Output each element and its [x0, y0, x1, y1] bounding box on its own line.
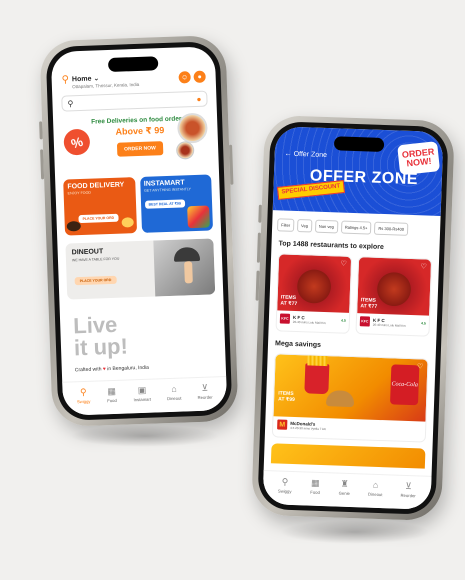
cart-icon: ⊻	[201, 382, 209, 393]
bottom-tab-bar: ⚲ Swiggy ▦ Food ▣ Instamart ⌂ Dineout ⊻ Reord…	[62, 376, 228, 416]
filter-chip[interactable]: Rs 300-Rs400	[374, 221, 409, 236]
cart-icon: ⊻	[405, 480, 412, 492]
dineout-icon: ⌂	[372, 479, 379, 490]
best-deal-button[interactable]: BEST DEAL AT ₹99	[144, 199, 186, 209]
kfc-logo: KFC	[279, 313, 291, 324]
food-delivery-card[interactable]: FOOD DELIVERY ENJOY FOOD PLACE YOUR ORD	[63, 177, 137, 236]
location-address: Ottapalam, Thrissur, Kerala, India	[72, 81, 140, 90]
tab-food[interactable]: ▦ Food	[106, 386, 118, 403]
card-subtitle: ENJOY FOOD	[67, 190, 91, 196]
restaurant-card[interactable]: ♡ ITEMS AT ₹77 KFC K F C 20-40 mins Lulu …	[355, 256, 433, 337]
phone-side-button	[229, 144, 234, 185]
promo-headline: Free Deliveries on food orders	[91, 115, 186, 126]
heart-icon[interactable]: ♡	[340, 260, 347, 268]
order-now-button[interactable]: ORDER NOW	[116, 141, 164, 157]
restaurant-meta: 20-40 mins Lulu Mall Km	[372, 322, 406, 328]
mcdonalds-image: Coca-Cola ♡ ITEMS AT ₹99	[273, 354, 428, 422]
phone-side-button	[256, 232, 261, 263]
dineout-card[interactable]: DINEOUT WE HAVE A TABLE FOR YOU PLACE YO…	[65, 238, 216, 300]
crafted-note: Crafted with ♥ in Bengaluru, India	[74, 364, 150, 374]
search-icon: ⚲	[67, 98, 74, 108]
items-offer: ITEMS AT ₹77	[280, 294, 298, 308]
section-title: Top 1488 restaurants to explore	[278, 240, 384, 252]
discount-badge: %	[60, 125, 94, 159]
food-icon: ▦	[107, 385, 117, 397]
tab-genie[interactable]: ♜ Genie	[339, 479, 351, 496]
instamart-icon: ▣	[137, 384, 147, 396]
heart-icon[interactable]: ♡	[417, 362, 424, 370]
tab-swiggy[interactable]: ⚲ Swiggy	[76, 386, 91, 404]
tab-dineout[interactable]: ⌂ Dineout	[368, 480, 383, 497]
profile-icon[interactable]: ●	[193, 70, 206, 83]
phone2-shadow	[280, 520, 430, 544]
mic-icon[interactable]: ●	[196, 94, 201, 103]
restaurant-card[interactable]: ♡ ITEMS AT ₹77 KFC K F C 20-40 mins Lulu …	[275, 253, 353, 334]
tab-reorder[interactable]: ⊻ Reorder	[401, 480, 417, 498]
instamart-card[interactable]: INSTAMART GET ANYTHING INSTANTLY BEST DE…	[139, 174, 214, 233]
rating-badge: 4.5	[340, 318, 346, 323]
phone-home: ⚲ Home ⌄ Ottapalam, Thrissur, Kerala, In…	[39, 34, 239, 428]
burger-image	[325, 390, 355, 408]
bottom-tab-bar: ⚲ Swiggy ▦ Food ♜ Genie ⌂ Dineout ⊻ Reorder	[262, 469, 432, 510]
phone-side-button	[258, 204, 262, 223]
restaurant-meta: 4.5 20-30 mins Vyttila 7 km	[290, 425, 327, 431]
restaurant-image: ♡ ITEMS AT ₹77	[277, 254, 352, 313]
tab-dineout[interactable]: ⌂ Dineout	[167, 384, 182, 401]
filter-chip[interactable]: Veg	[296, 218, 313, 233]
rating-badge: 4.5	[420, 321, 426, 326]
kfc-logo: KFC	[359, 316, 371, 327]
mega-savings-title: Mega savings	[274, 340, 322, 349]
phone-side-button	[39, 121, 43, 140]
dynamic-island	[333, 136, 385, 152]
dineout-icon: ⌂	[171, 383, 177, 394]
promo-banner[interactable]: % Free Deliveries on food orders Above ₹…	[60, 110, 211, 173]
phone-offer-zone: ← Offer Zone OFFER ZONE ORDER NOW! SPECI…	[251, 114, 455, 522]
dynamic-island	[107, 56, 159, 72]
items-offer: ITEMS AT ₹99	[278, 390, 295, 404]
tab-swiggy[interactable]: ⚲ Swiggy	[278, 476, 292, 494]
back-button[interactable]: ← Offer Zone	[285, 151, 328, 159]
phone-side-button	[255, 270, 260, 301]
filter-chip[interactable]: Non veg	[314, 219, 339, 234]
restaurant-meta: 20-40 mins Lulu Mall Km	[292, 319, 326, 325]
food-image	[121, 217, 134, 228]
location-pin-icon: ⚲	[61, 74, 70, 86]
food-plate-image	[175, 141, 195, 160]
promo-price: Above ₹ 99	[115, 125, 165, 137]
food-plate-image	[176, 112, 208, 144]
tab-food[interactable]: ▦ Food	[310, 478, 322, 495]
card-subtitle: GET ANYTHING INSTANTLY	[144, 187, 192, 193]
genie-icon: ♜	[340, 478, 349, 489]
items-offer: ITEMS AT ₹77	[360, 297, 378, 310]
place-order-button[interactable]: PLACE YOUR ORD	[78, 213, 119, 224]
restaurant-image: ♡ ITEMS AT ₹77	[357, 257, 432, 316]
filter-chip[interactable]: Filter	[276, 218, 295, 232]
food-icon: ▦	[310, 477, 320, 488]
mcdonalds-logo: M	[277, 419, 288, 430]
tagline: Live it up!	[72, 311, 129, 361]
heart-icon: ♥	[102, 366, 106, 373]
waiter-hand-image	[184, 261, 193, 284]
offer-zone-screen: ← Offer Zone OFFER ZONE ORDER NOW! SPECI…	[262, 126, 444, 510]
heart-icon[interactable]: ♡	[420, 262, 427, 270]
mega-savings-card[interactable]: Coca-Cola ♡ ITEMS AT ₹99 M McDonald's 4.5…	[271, 353, 429, 443]
tab-reorder[interactable]: ⊻ Reorder	[197, 382, 213, 400]
restaurant-card-partial[interactable]	[270, 443, 426, 469]
filter-chip[interactable]: Ratings 4.5+	[340, 220, 372, 235]
food-image	[66, 221, 81, 232]
tab-instamart[interactable]: ▣ Instamart	[133, 384, 151, 402]
groceries-image	[187, 205, 210, 229]
order-now-badge: ORDER NOW!	[397, 141, 441, 176]
book-table-button[interactable]: PLACE YOUR ORD	[74, 275, 117, 286]
offers-icon[interactable]: ☺	[178, 71, 191, 84]
phone-side-button	[40, 149, 45, 180]
swiggy-icon: ⚲	[79, 386, 87, 398]
phone1-shadow	[70, 425, 220, 447]
search-bar[interactable]: ⚲ ●	[61, 90, 208, 112]
swiggy-icon: ⚲	[281, 476, 289, 487]
location-selector[interactable]: ⚲ Home ⌄ Ottapalam, Thrissur, Kerala, In…	[61, 73, 140, 90]
fries-image	[304, 363, 330, 395]
home-screen: ⚲ Home ⌄ Ottapalam, Thrissur, Kerala, In…	[50, 46, 228, 416]
coke-image: Coca-Cola	[390, 364, 420, 406]
